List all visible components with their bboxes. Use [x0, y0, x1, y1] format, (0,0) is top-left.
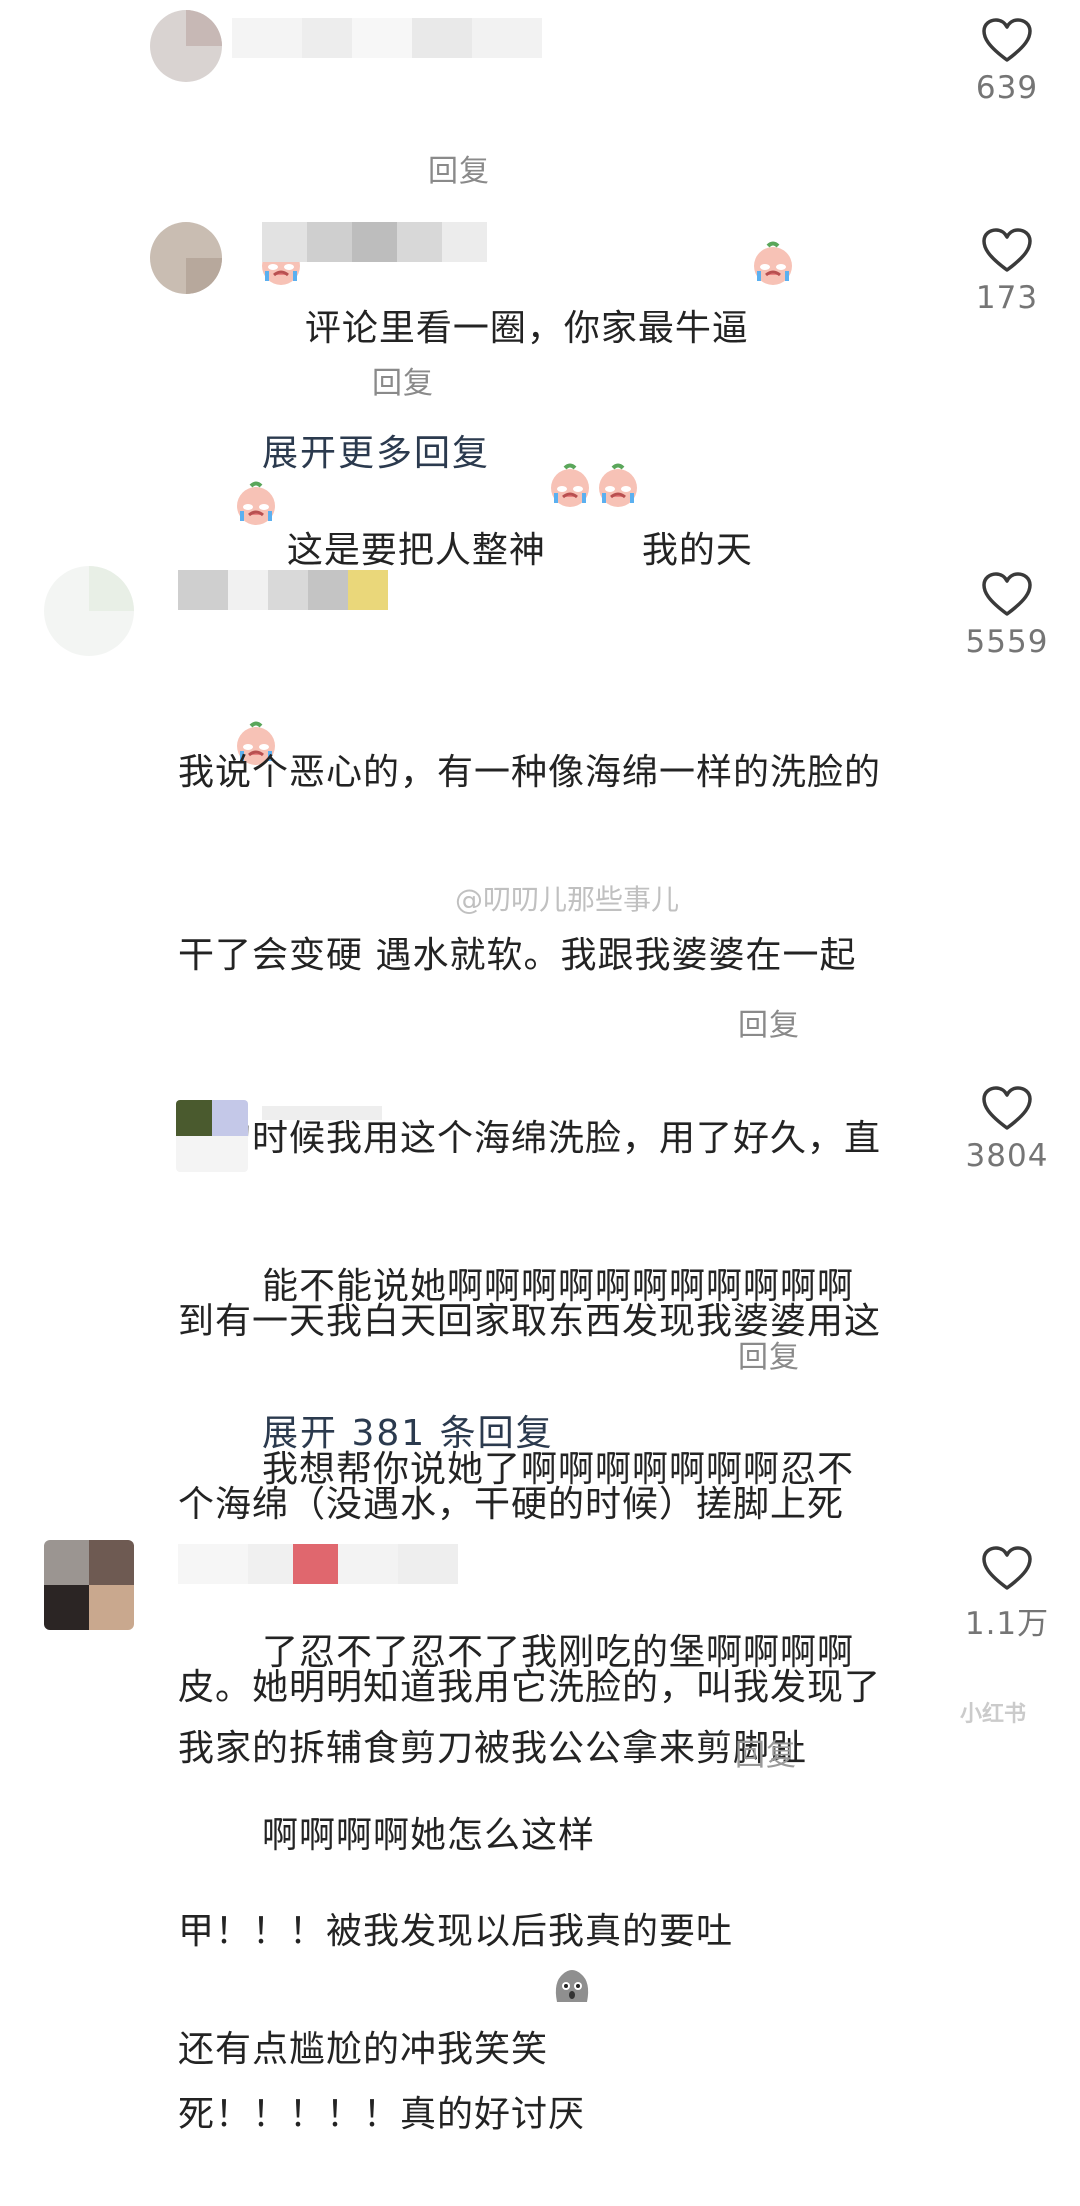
heart-outline-icon — [982, 228, 1032, 272]
username[interactable] — [262, 1106, 382, 1120]
comment-text-tail: 我的天 — [641, 530, 753, 571]
like-count: 639 — [975, 70, 1039, 106]
heart-outline-icon — [982, 18, 1032, 62]
reply-button[interactable]: 回复 — [735, 1730, 797, 1774]
username[interactable] — [262, 222, 487, 262]
heart-outline-icon — [982, 1546, 1032, 1590]
like-count: 173 — [975, 280, 1039, 316]
crying-face-emoji — [750, 119, 796, 285]
heart-outline-icon — [982, 572, 1032, 616]
comment-text: 我家的拆辅食剪刀被我公公拿来剪脚趾 甲！！！被我发现以后我真的要吐 死！！！！！… — [178, 1596, 898, 2206]
like-button[interactable]: 639 — [947, 18, 1067, 106]
like-button[interactable]: 1.1万 — [947, 1546, 1067, 1643]
like-button[interactable]: 5559 — [947, 572, 1067, 660]
comment-line: 能不能说她啊啊啊啊啊啊啊啊啊啊啊 — [262, 1266, 855, 1307]
expand-replies-button[interactable]: 展开 381 条回复 — [262, 1404, 554, 1456]
comment-text-body: 这是要把人整神 — [286, 530, 546, 571]
crying-face-emoji — [258, 119, 304, 285]
username[interactable] — [232, 18, 542, 58]
avatar[interactable] — [44, 1540, 134, 1630]
username[interactable] — [178, 1544, 458, 1584]
weibo-watermark: @叨叨儿那些事儿 — [455, 883, 680, 916]
avatar[interactable] — [150, 10, 222, 82]
avatar[interactable] — [176, 1100, 248, 1172]
comment-line: 干了会变硬 遇水就软。我跟我婆婆在一起 — [178, 935, 857, 976]
like-count: 5559 — [965, 624, 1049, 660]
reply-button[interactable]: 回复 — [428, 146, 490, 190]
reply-button[interactable]: 回复 — [738, 1000, 800, 1044]
comment-line: 甲！！！被我发现以后我真的要吐 — [178, 1911, 734, 1952]
comment-line: 死！！！！！真的好讨厌 — [178, 2094, 586, 2135]
xiaohongshu-watermark: 小红书 — [960, 1702, 1027, 1727]
avatar[interactable] — [44, 566, 134, 656]
like-count: 3804 — [965, 1138, 1049, 1174]
reply-button[interactable]: 回复 — [738, 1332, 800, 1376]
expand-replies-button[interactable]: 展开更多回复 — [262, 424, 490, 476]
avatar[interactable] — [150, 222, 222, 294]
like-button[interactable]: 3804 — [947, 1086, 1067, 1174]
heart-outline-icon — [982, 1086, 1032, 1130]
username[interactable] — [178, 570, 388, 610]
reply-button[interactable]: 回复 — [372, 358, 434, 402]
like-button[interactable]: 173 — [947, 228, 1067, 316]
comment-line: 我说个恶心的，有一种像海绵一样的洗脸的 — [178, 752, 882, 793]
crying-face-emoji — [547, 341, 593, 507]
like-count: 1.1万 — [964, 1606, 1050, 1642]
crying-face-emoji — [595, 341, 641, 507]
